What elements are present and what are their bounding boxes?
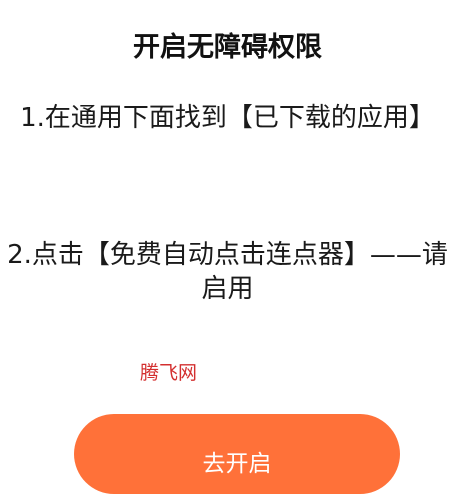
accessibility-permission-dialog: 开启无障碍权限 1.在通用下面找到【已下载的应用】 2.点击【免费自动点击连点器… [0, 0, 455, 494]
dialog-title: 开启无障碍权限 [133, 32, 322, 63]
instruction-step-2: 2.点击【免费自动点击连点器】——请启用 [7, 240, 448, 304]
watermark-text: 腾飞网 [140, 362, 198, 384]
go-enable-button[interactable]: 去开启 [74, 414, 400, 494]
instruction-step-1: 1.在通用下面找到【已下载的应用】 [20, 103, 435, 133]
